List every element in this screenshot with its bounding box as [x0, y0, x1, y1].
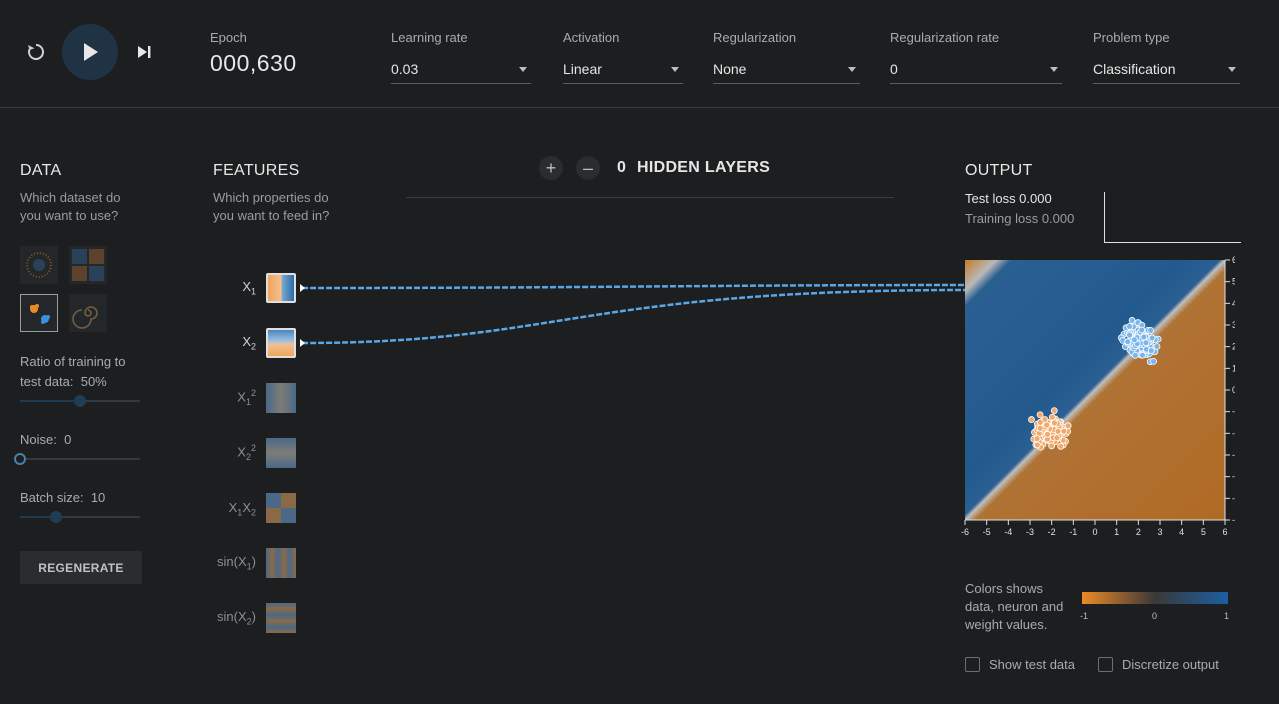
y-tick-label: 3 — [1232, 320, 1235, 330]
checkbox-box[interactable] — [1098, 657, 1113, 672]
x-tick-label: 4 — [1179, 527, 1184, 537]
y-tick-label: -6 — [1232, 515, 1235, 525]
x-tick-label: 3 — [1157, 527, 1162, 537]
x-tick-label: 6 — [1222, 527, 1227, 537]
y-tick-label: -4 — [1232, 472, 1235, 482]
x-tick-label: -1 — [1069, 527, 1077, 537]
legend-line2: data, neuron and — [965, 599, 1064, 614]
x-tick-label: 2 — [1136, 527, 1141, 537]
legend-mid: 0 — [1152, 611, 1158, 621]
output-title: OUTPUT — [965, 162, 1033, 179]
x-tick-label: -3 — [1026, 527, 1034, 537]
y-tick-label: 4 — [1232, 298, 1235, 308]
link-x2-output[interactable] — [301, 288, 966, 345]
discretize-output-label: Discretize output — [1122, 657, 1219, 672]
x-tick-label: -6 — [961, 527, 969, 537]
x-tick-label: 0 — [1092, 527, 1097, 537]
y-tick-label: -2 — [1232, 428, 1235, 438]
y-tick-label: 2 — [1232, 342, 1235, 352]
y-tick-label: -5 — [1232, 493, 1235, 503]
legend-text: Colors shows data, neuron and weight val… — [965, 580, 1075, 634]
x-tick-label: 1 — [1114, 527, 1119, 537]
x-tick-label: -4 — [1004, 527, 1012, 537]
legend-max: 1 — [1224, 611, 1230, 621]
loss-chart — [1104, 192, 1241, 243]
show-test-data-label: Show test data — [989, 657, 1075, 672]
link-handle-x1 — [300, 284, 305, 292]
color-legend-bar — [1082, 592, 1228, 604]
legend-min: -1 — [1080, 611, 1089, 621]
discretize-output-checkbox[interactable]: Discretize output — [1098, 657, 1219, 672]
y-tick-label: -1 — [1232, 407, 1235, 417]
checkbox-box[interactable] — [965, 657, 980, 672]
legend-line1: Colors shows — [965, 581, 1044, 596]
training-loss: Training loss 0.000 — [965, 211, 1075, 226]
x-axis: -6 -5 -4 -3 -2 -1 0 1 2 3 4 5 6 — [961, 519, 1228, 537]
y-tick-label: 5 — [1232, 277, 1235, 287]
legend-line3: weight values. — [965, 617, 1048, 632]
x-tick-label: 5 — [1201, 527, 1206, 537]
x-tick-label: -5 — [983, 527, 991, 537]
y-tick-label: 0 — [1232, 385, 1235, 395]
show-test-data-checkbox[interactable]: Show test data — [965, 657, 1075, 672]
link-x1-output[interactable] — [301, 283, 966, 290]
y-tick-label: 6 — [1232, 255, 1235, 265]
y-tick-label: -3 — [1232, 450, 1235, 460]
link-handle-x2 — [300, 339, 305, 347]
y-axis: 6 5 4 3 2 1 0 -1 -2 -3 -4 -5 -6 — [1224, 255, 1235, 525]
heatmap-axes: -6 -5 -4 -3 -2 -1 0 1 2 3 4 5 6 6 5 4 3 2 1 0 -1 -2 -3 -4 -5 -6 — [961, 255, 1235, 537]
x-tick-label: -2 — [1048, 527, 1056, 537]
y-tick-label: 1 — [1232, 363, 1235, 373]
test-loss: Test loss 0.000 — [965, 191, 1052, 206]
